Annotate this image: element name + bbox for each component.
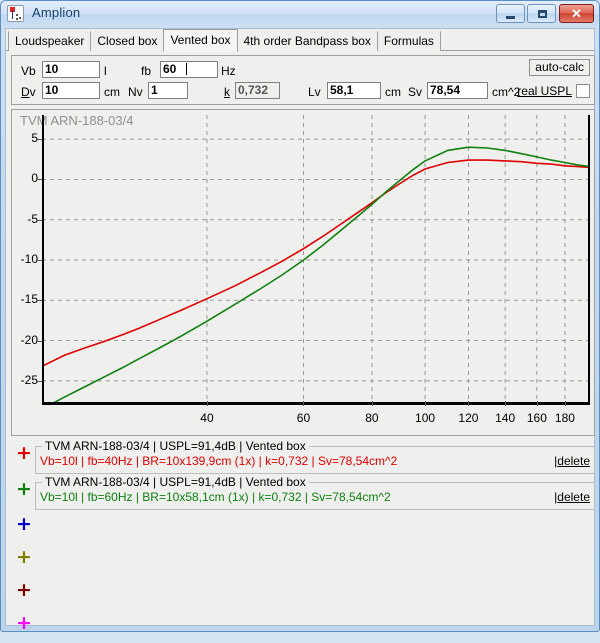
y-tick-label: -20 (20, 332, 38, 347)
title-bar: Amplion ✕ (1, 1, 599, 28)
legend-box: TVM ARN-188-03/4 | USPL=91,4dB | Vented … (35, 439, 595, 474)
minimize-icon (506, 16, 515, 19)
plot-svg (42, 115, 590, 405)
unit-fb: Hz (221, 64, 236, 78)
empty-series-slot: + (11, 611, 595, 643)
sv-input[interactable]: 78,54 (427, 82, 488, 99)
vb-input[interactable]: 10 (42, 61, 100, 78)
legend-row: + TVM ARN-188-03/4 | USPL=91,4dB | Vented… (11, 475, 595, 510)
add-series-icon[interactable]: + (16, 614, 32, 633)
add-series-icon[interactable]: + (16, 515, 32, 534)
label-nv: Nv (128, 85, 143, 99)
parameter-panel: Vb 10 l fb 60 Hz Dv 10 cm Nv 1 k 0,732 L… (11, 55, 595, 105)
delete-series-button[interactable]: |delete (554, 454, 590, 468)
application-window: Amplion ✕ Loudspeaker Closed box Vented bo… (0, 0, 600, 633)
series-line-1 (47, 146, 590, 405)
x-tick-label: 120 (458, 411, 479, 425)
text-caret (186, 63, 187, 75)
maximize-icon (538, 10, 547, 18)
label-k: k (224, 85, 230, 99)
legend-box: TVM ARN-188-03/4 | USPL=91,4dB | Vented … (35, 475, 595, 510)
label-fb: fb (141, 64, 152, 78)
window-title: Amplion (32, 5, 81, 20)
y-tick-label: 5 (31, 131, 38, 146)
x-tick-mark (536, 401, 538, 406)
close-icon: ✕ (571, 6, 582, 21)
unit-lv: cm (385, 85, 401, 99)
tab-strip: Loudspeaker Closed box Vented box 4th order… (6, 29, 594, 52)
y-tick-label: -25 (20, 372, 38, 387)
tab-vented-box[interactable]: Vented box (163, 29, 238, 52)
x-tick-mark (371, 401, 373, 406)
app-marker-icon (7, 5, 24, 22)
k-value: 0,732 (235, 82, 280, 99)
x-axis-line (42, 402, 590, 405)
x-tick-label: 100 (415, 411, 436, 425)
x-tick-label: 60 (296, 411, 311, 425)
plot-area[interactable]: 5 0 -5 -10 -15 -20 -25 40 60 80 100 120 140 160 180 (21, 115, 590, 425)
auto-calc-button[interactable]: auto-calc (529, 59, 590, 76)
add-series-icon[interactable]: + (16, 581, 32, 600)
legend-caption: TVM ARN-188-03/4 | USPL=91,4dB | Vented … (42, 475, 309, 489)
x-tick-mark (505, 401, 507, 406)
empty-series-slot: + (11, 512, 595, 544)
x-tick-mark (564, 401, 566, 406)
unit-vb: l (104, 64, 107, 78)
x-tick-label: 40 (200, 411, 214, 425)
tab-formulas[interactable]: Formulas (376, 31, 441, 51)
empty-series-slot: + (11, 545, 595, 577)
x-tick-label: 80 (365, 411, 379, 425)
label-sv: Sv (408, 85, 423, 99)
add-series-icon[interactable]: + (16, 480, 32, 499)
plot-right-border (588, 115, 590, 405)
nv-input[interactable]: 1 (148, 82, 188, 99)
label-vb: Vb (21, 64, 36, 78)
label-lv: Lv (308, 85, 321, 99)
y-tick-label: -5 (27, 211, 38, 226)
y-tick-mark (37, 179, 42, 181)
y-axis-line (42, 115, 44, 405)
tab-4th-order-bandpass-box[interactable]: 4th order Bandpass box (236, 31, 378, 51)
lv-input[interactable]: 58,1 (327, 82, 381, 99)
unit-sv: cm^2 (492, 85, 521, 99)
y-tick-mark (37, 139, 42, 141)
client-area: Loudspeaker Closed box Vented box 4th order… (5, 28, 595, 633)
close-button[interactable]: ✕ (559, 4, 594, 23)
x-tick-mark (206, 401, 208, 406)
fb-input[interactable]: 60 (160, 61, 218, 78)
add-series-icon[interactable]: + (16, 548, 32, 567)
y-tick-mark (37, 340, 42, 342)
dv-input[interactable]: 10 (42, 82, 100, 99)
legend-row: + TVM ARN-188-03/4 | USPL=91,4dB | Vented… (11, 439, 595, 474)
maximize-button[interactable] (527, 4, 556, 23)
label-dv: Dv (21, 85, 36, 99)
y-tick-mark (37, 219, 42, 221)
unit-dv: cm (104, 85, 120, 99)
real-uspl-label[interactable]: real USPL (517, 84, 572, 98)
y-tick-label: 0 (31, 171, 38, 186)
y-tick-mark (37, 260, 42, 261)
chart-panel: TVM ARN-188-03/4 5 0 -5 -10 -15 -20 -25 40 60 80 1… (11, 109, 595, 436)
x-tick-mark (303, 401, 305, 406)
legend-caption: TVM ARN-188-03/4 | USPL=91,4dB | Vented … (42, 439, 309, 453)
y-tick-mark (37, 300, 42, 302)
x-tick-mark (468, 401, 470, 406)
legend-detail: Vb=10l | fb=40Hz | BR=10x139,9cm (1x) | … (40, 454, 398, 468)
y-tick-mark (37, 380, 42, 382)
y-tick-label: -10 (20, 252, 38, 266)
empty-series-slot: + (11, 578, 595, 610)
tab-loudspeaker[interactable]: Loudspeaker (8, 31, 92, 51)
x-tick-label: 180 (554, 411, 575, 425)
add-series-icon[interactable]: + (16, 444, 32, 463)
y-tick-label: -15 (20, 292, 38, 307)
real-uspl-checkbox[interactable] (576, 84, 590, 98)
delete-series-button[interactable]: |delete (554, 490, 590, 504)
legend-detail: Vb=10l | fb=60Hz | BR=10x58,1cm (1x) | k… (40, 490, 391, 504)
tab-closed-box[interactable]: Closed box (90, 31, 165, 51)
series-line-0 (42, 159, 590, 368)
x-tick-mark (425, 401, 427, 406)
minimize-button[interactable] (496, 4, 525, 23)
